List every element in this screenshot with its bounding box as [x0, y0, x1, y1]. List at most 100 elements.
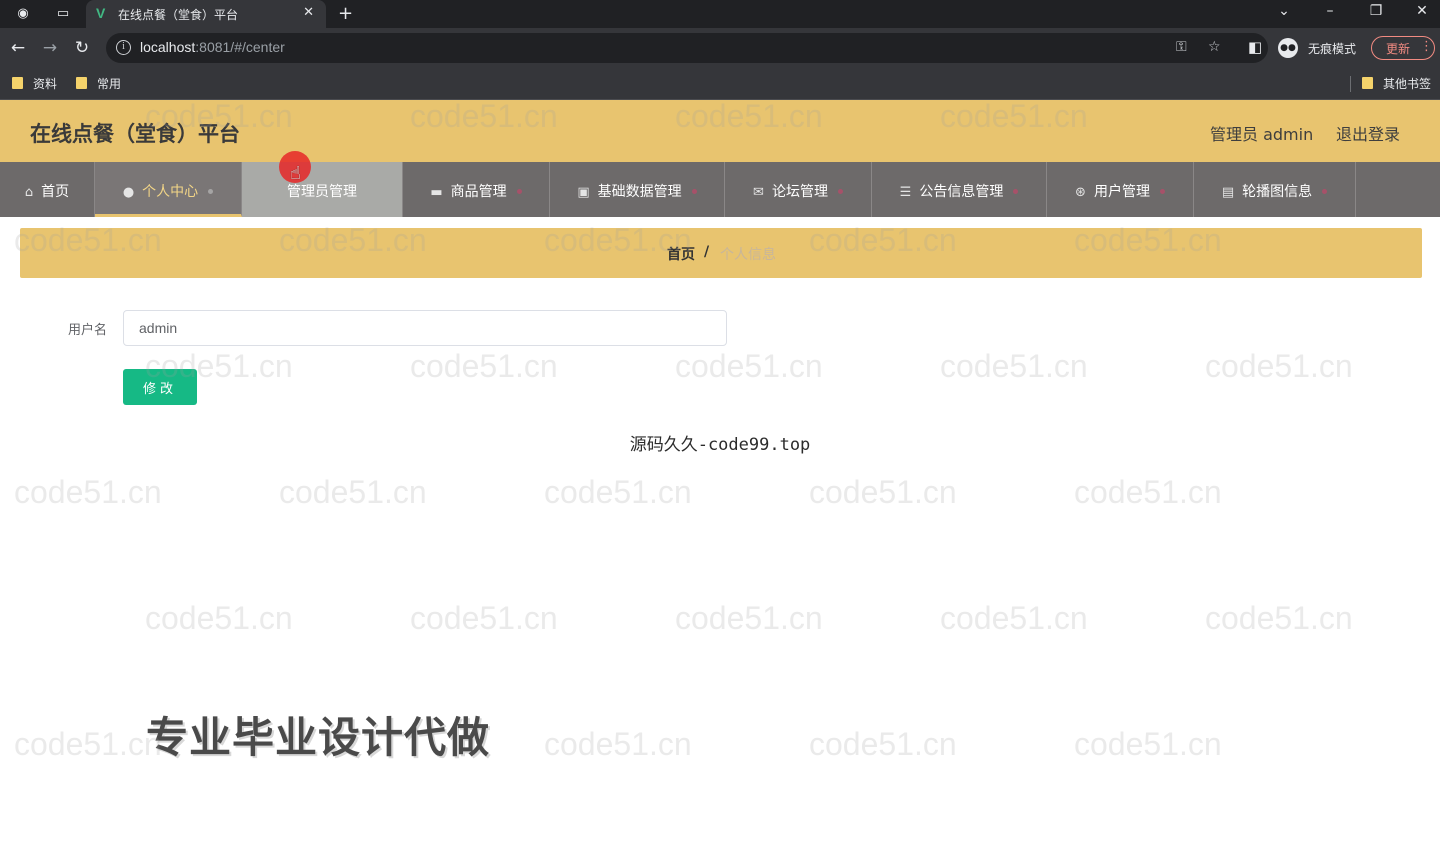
product-icon: ▬	[430, 185, 443, 200]
new-tab-icon[interactable]: +	[338, 3, 353, 24]
browser-tab-strip: ◉ ▭ V 在线点餐（堂食）平台 ✕ + ⌄ – ❐ ✕	[0, 0, 1440, 28]
url-text[interactable]: localhost:8081/#/center	[140, 39, 285, 55]
bookmark-label: 资料	[33, 77, 58, 91]
reload-icon[interactable]: ↻	[72, 38, 92, 58]
menu-item-admin-management[interactable]: 管理员管理	[242, 162, 403, 217]
bookmark-folder[interactable]: 常用	[76, 75, 121, 93]
browser-menu-icon[interactable]: ◉	[14, 5, 32, 23]
menu-label: 论坛管理	[771, 184, 828, 200]
menu-item-carousel[interactable]: ▤ 轮播图信息	[1194, 162, 1356, 217]
watermark: code51.cn	[809, 726, 957, 762]
notice-icon: ☰	[899, 185, 912, 200]
carousel-icon: ▤	[1221, 185, 1235, 200]
menu-label: 管理员管理	[287, 184, 357, 200]
profile-form: 用户名 修改	[20, 290, 1422, 448]
forward-icon[interactable]: →	[40, 38, 60, 58]
chevron-icon	[516, 189, 522, 194]
address-bar[interactable]: i localhost:8081/#/center ⚿ ☆	[106, 33, 1268, 63]
update-button[interactable]: 更新 ⋮	[1371, 36, 1435, 60]
menu-label: 商品管理	[450, 184, 507, 200]
bookmark-star-icon[interactable]: ☆	[1208, 39, 1221, 55]
app-title: 在线点餐（堂食）平台	[30, 122, 240, 146]
back-icon[interactable]: ←	[8, 38, 28, 58]
breadcrumb-current: 个人信息	[720, 247, 776, 263]
other-bookmarks-label: 其他书签	[1383, 77, 1432, 91]
menu-label: 公告信息管理	[919, 184, 1004, 200]
menu-label: 用户管理	[1093, 184, 1150, 200]
chevron-icon	[837, 189, 843, 194]
watermark: code51.cn	[410, 600, 558, 636]
watermark: code51.cn	[809, 474, 957, 510]
minimize-icon[interactable]: –	[1318, 3, 1342, 19]
watermark: code51.cn	[544, 726, 692, 762]
hand-cursor-icon: ☝	[290, 163, 301, 184]
forum-icon: ✉	[753, 185, 764, 200]
chevron-icon	[691, 189, 697, 194]
site-info-icon[interactable]: i	[116, 40, 131, 55]
browser-toolbar: ← → ↻ i localhost:8081/#/center ⚿ ☆ ◧ ●●…	[0, 28, 1440, 68]
menu-item-base-data-management[interactable]: ▣ 基础数据管理	[550, 162, 725, 217]
menu-item-home[interactable]: ⌂ 首页	[0, 162, 95, 217]
incognito-icon: ●●	[1278, 38, 1298, 58]
watermark: code51.cn	[675, 600, 823, 636]
menu-label: 首页	[41, 184, 70, 200]
url-host: localhost	[140, 39, 196, 55]
watermark: code51.cn	[544, 474, 692, 510]
watermark: code51.cn	[1074, 726, 1222, 762]
data-icon: ▣	[577, 185, 590, 200]
modify-button[interactable]: 修改	[123, 369, 197, 405]
watermark: code51.cn	[1205, 600, 1353, 636]
menu-label: 轮播图信息	[1242, 184, 1313, 200]
bookmark-folder[interactable]: 资料	[12, 75, 57, 93]
menu-item-forum-management[interactable]: ✉ 论坛管理	[725, 162, 872, 217]
chevron-icon	[1159, 189, 1165, 194]
main-menu: ⌂ 首页 ● 个人中心 管理员管理 ▬ 商品管理 ▣ 基础数据管理 ✉ 论坛管理 ☰ 公告信…	[0, 162, 1440, 217]
promo-text: 专业毕业设计代做	[146, 713, 491, 762]
home-icon: ⌂	[24, 185, 34, 200]
key-icon[interactable]: ⚿	[1176, 39, 1187, 55]
vue-favicon-icon: V	[96, 5, 106, 21]
breadcrumb-home[interactable]: 首页	[667, 244, 695, 264]
app-viewport: 在线点餐（堂食）平台 管理员 admin 退出登录 ⌂ 首页 ● 个人中心 管理员管…	[0, 100, 1440, 864]
username-input[interactable]	[123, 310, 727, 346]
chevron-icon	[1322, 189, 1328, 194]
logout-link[interactable]: 退出登录	[1336, 121, 1400, 145]
watermark: code51.cn	[14, 474, 162, 510]
bookmarks-bar: 资料 常用 其他书签	[0, 68, 1440, 100]
watermark: code51.cn	[145, 600, 293, 636]
incognito-indicator[interactable]: ●● 无痕模式	[1278, 36, 1366, 60]
browser-tab-title: 在线点餐（堂食）平台	[118, 8, 239, 22]
update-label: 更新	[1386, 42, 1411, 56]
menu-item-product-management[interactable]: ▬ 商品管理	[403, 162, 550, 217]
incognito-label: 无痕模式	[1308, 42, 1357, 56]
menu-label: 基础数据管理	[597, 184, 682, 200]
watermark: code51.cn	[279, 474, 427, 510]
folder-icon	[12, 77, 23, 89]
tab-close-icon[interactable]: ✕	[303, 5, 314, 20]
menu-item-personal-center[interactable]: ● 个人中心	[95, 162, 242, 217]
restore-icon[interactable]: ❐	[1364, 3, 1388, 19]
breadcrumb-separator: /	[704, 244, 710, 260]
menu-item-user-management[interactable]: ⊛ 用户管理	[1047, 162, 1194, 217]
watermark: code51.cn	[940, 600, 1088, 636]
breadcrumb: 首页 / 个人信息	[20, 228, 1422, 278]
side-panel-icon[interactable]: ◧	[1248, 38, 1262, 56]
users-icon: ⊛	[1075, 185, 1086, 200]
bookmark-divider	[1350, 76, 1351, 92]
username-label: 用户名	[68, 323, 108, 338]
user-icon: ●	[122, 185, 135, 200]
browser-tab[interactable]: V 在线点餐（堂食）平台 ✕	[86, 0, 326, 28]
bookmark-label: 常用	[97, 77, 122, 91]
menu-item-notice-management[interactable]: ☰ 公告信息管理	[872, 162, 1047, 217]
video-caption: 源码久久-code99.top	[629, 435, 811, 455]
folder-icon	[1362, 77, 1373, 89]
watermark: code51.cn	[1074, 474, 1222, 510]
folder-icon	[76, 77, 87, 89]
tab-list-icon[interactable]: ⌄	[1272, 3, 1296, 19]
watermark: code51.cn	[14, 726, 162, 762]
window-close-icon[interactable]: ✕	[1410, 3, 1434, 19]
menu-label: 个人中心	[142, 184, 199, 200]
other-bookmarks[interactable]: 其他书签	[1362, 75, 1431, 93]
app-header: 在线点餐（堂食）平台 管理员 admin 退出登录	[0, 100, 1440, 162]
tab-search-icon[interactable]: ▭	[54, 5, 72, 23]
